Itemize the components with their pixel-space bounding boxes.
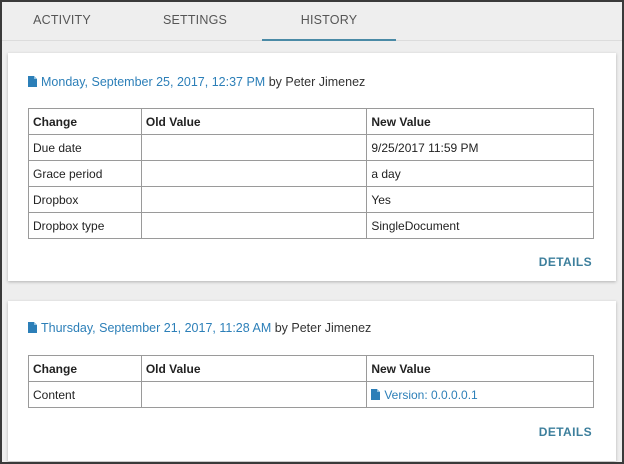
table-row: Content Version: 0.0.0.0.1 <box>28 381 594 408</box>
cell-old-value <box>140 134 368 161</box>
cell-new-value: a day <box>366 160 594 187</box>
column-header-change: Change <box>28 108 142 135</box>
cell-change: Due date <box>28 134 142 161</box>
cell-new-value: 9/25/2017 11:59 PM <box>366 134 594 161</box>
entry-author: by Peter Jimenez <box>268 75 366 89</box>
entry-date-link[interactable]: Monday, September 25, 2017, 12:37 PM <box>28 75 265 89</box>
changes-table: Change Old Value New Value Due date 9/25… <box>28 108 594 239</box>
column-header-new-value: New Value <box>366 355 594 382</box>
table-row: Grace period a day <box>28 160 594 187</box>
table-row: Dropbox type SingleDocument <box>28 212 594 239</box>
version-link-text: Version: 0.0.0.0.1 <box>384 387 478 402</box>
entry-author: by Peter Jimenez <box>274 321 372 335</box>
cell-new-value: Version: 0.0.0.0.1 <box>366 381 594 408</box>
details-button[interactable]: DETAILS <box>539 425 592 439</box>
column-header-change: Change <box>28 355 142 382</box>
history-entry-card: Thursday, September 21, 2017, 11:28 AM b… <box>8 301 616 461</box>
cell-change: Dropbox type <box>28 212 142 239</box>
details-button[interactable]: DETAILS <box>539 255 592 269</box>
entry-heading: Monday, September 25, 2017, 12:37 PM by … <box>28 75 365 89</box>
table-header-row: Change Old Value New Value <box>28 108 594 135</box>
column-header-new-value: New Value <box>366 108 594 135</box>
cell-change: Content <box>28 381 142 408</box>
table-row: Due date 9/25/2017 11:59 PM <box>28 134 594 161</box>
column-header-old-value: Old Value <box>140 108 368 135</box>
app-window: ACTIVITY SETTINGS HISTORY Monday, Septem… <box>0 0 624 464</box>
table-header-row: Change Old Value New Value <box>28 355 594 382</box>
version-link[interactable]: Version: 0.0.0.0.1 <box>371 387 478 402</box>
changes-table: Change Old Value New Value Content Versi… <box>28 355 594 408</box>
entry-date-link[interactable]: Thursday, September 21, 2017, 11:28 AM <box>28 321 271 335</box>
cell-new-value: SingleDocument <box>366 212 594 239</box>
cell-old-value <box>140 381 368 408</box>
table-row: Dropbox Yes <box>28 186 594 213</box>
tab-activity[interactable]: ACTIVITY <box>2 2 122 40</box>
cell-old-value <box>140 186 368 213</box>
document-icon <box>28 322 37 333</box>
cell-new-value: Yes <box>366 186 594 213</box>
entry-date-text: Monday, September 25, 2017, 12:37 PM <box>41 75 266 89</box>
tab-history[interactable]: HISTORY <box>262 2 396 41</box>
entry-heading: Thursday, September 21, 2017, 11:28 AM b… <box>28 321 371 335</box>
cell-old-value <box>140 212 368 239</box>
tab-settings[interactable]: SETTINGS <box>130 2 260 40</box>
column-header-old-value: Old Value <box>140 355 368 382</box>
history-entry-card: Monday, September 25, 2017, 12:37 PM by … <box>8 53 616 281</box>
cell-old-value <box>140 160 368 187</box>
entry-date-text: Thursday, September 21, 2017, 11:28 AM <box>41 321 272 335</box>
cell-change: Grace period <box>28 160 142 187</box>
cell-change: Dropbox <box>28 186 142 213</box>
document-icon <box>28 76 37 87</box>
document-icon <box>371 388 381 400</box>
tab-bar: ACTIVITY SETTINGS HISTORY <box>2 2 622 41</box>
